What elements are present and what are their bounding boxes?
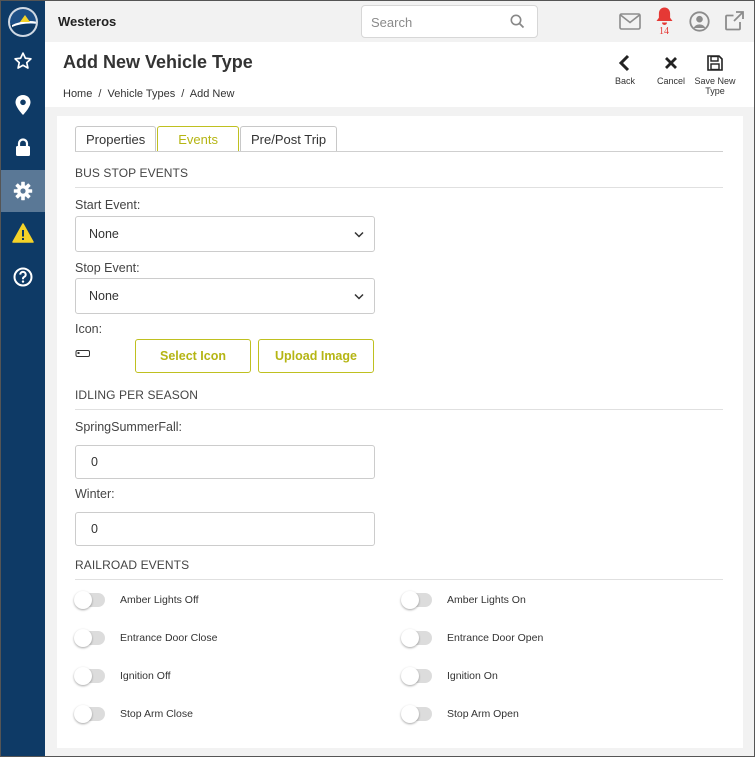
cancel-label: Cancel xyxy=(656,76,685,86)
spring-summer-fall-input[interactable]: 0 xyxy=(75,445,375,479)
toggle-label: Stop Arm Open xyxy=(447,708,519,720)
app-logo[interactable] xyxy=(8,7,38,37)
toggle-switch[interactable] xyxy=(74,591,105,609)
star-icon xyxy=(14,52,32,69)
save-new-type-button[interactable]: Save New Type xyxy=(693,54,737,96)
chevron-down-icon xyxy=(354,231,364,238)
toggle-label: Entrance Door Open xyxy=(447,632,544,644)
select-icon-button[interactable]: Select Icon xyxy=(135,339,251,373)
breadcrumb-home[interactable]: Home xyxy=(63,88,92,100)
breadcrumb: Home / Vehicle Types / Add New xyxy=(63,88,237,100)
icon-label: Icon: xyxy=(75,322,103,336)
section-divider xyxy=(75,579,723,580)
user-avatar-icon[interactable] xyxy=(689,11,710,32)
back-button[interactable]: Back xyxy=(611,54,639,86)
start-event-value: None xyxy=(89,227,119,241)
search-box[interactable] xyxy=(361,5,538,38)
toggle-stop-arm-close[interactable]: Stop Arm Close xyxy=(74,705,193,723)
toggle-label: Stop Arm Close xyxy=(120,708,193,720)
toggle-stop-arm-open[interactable]: Stop Arm Open xyxy=(401,705,519,723)
tab-events[interactable]: Events xyxy=(157,126,239,152)
events-form: Properties Events Pre/Post Trip BUS STOP… xyxy=(57,116,743,748)
toggle-switch[interactable] xyxy=(74,705,105,723)
bus-stop-events-heading: BUS STOP EVENTS xyxy=(75,166,189,180)
toggle-switch[interactable] xyxy=(401,591,432,609)
stop-event-label: Stop Event: xyxy=(75,261,140,275)
toggle-amber-lights-off[interactable]: Amber Lights Off xyxy=(74,591,199,609)
back-label: Back xyxy=(614,76,635,86)
page-header: Add New Vehicle Type Home / Vehicle Type… xyxy=(45,42,754,107)
top-bar: Westeros 14 xyxy=(45,1,754,42)
page-title: Add New Vehicle Type xyxy=(63,52,253,72)
gear-icon xyxy=(13,181,33,201)
location-pin-icon xyxy=(15,95,31,115)
chevron-left-icon xyxy=(618,54,630,72)
tabs-divider xyxy=(75,151,723,152)
bus-icon-preview xyxy=(75,350,90,357)
toggle-amber-lights-on[interactable]: Amber Lights On xyxy=(401,591,526,609)
section-divider xyxy=(75,187,723,188)
railroad-events-heading: RAILROAD EVENTS xyxy=(75,558,190,572)
breadcrumb-vehicle-types[interactable]: Vehicle Types xyxy=(108,88,176,100)
app-window: Westeros 14 Add New Vehicle Type Home / … xyxy=(0,0,755,757)
section-divider xyxy=(75,409,723,410)
spring-summer-fall-label: SpringSummerFall: xyxy=(75,420,182,434)
sidebar-item-help[interactable] xyxy=(1,256,45,298)
toggle-switch[interactable] xyxy=(401,667,432,685)
toggle-label: Ignition On xyxy=(447,670,498,682)
toggle-switch[interactable] xyxy=(74,629,105,647)
winter-label: Winter: xyxy=(75,487,115,501)
help-icon xyxy=(13,267,33,287)
warning-icon xyxy=(12,223,34,243)
tab-bar: Properties Events Pre/Post Trip xyxy=(75,126,338,152)
sidebar-item-favorites[interactable] xyxy=(1,40,45,82)
stop-event-value: None xyxy=(89,289,119,303)
save-label: Save New Type xyxy=(694,76,736,96)
brand-name: Westeros xyxy=(58,14,117,29)
notification-count: 14 xyxy=(659,26,669,37)
breadcrumb-separator: / xyxy=(181,88,185,100)
save-icon xyxy=(707,55,723,71)
stop-event-select[interactable]: None xyxy=(75,278,375,314)
sidebar-item-alerts[interactable] xyxy=(1,212,45,254)
close-icon xyxy=(665,57,677,69)
toggle-label: Entrance Door Close xyxy=(120,632,218,644)
tab-properties[interactable]: Properties xyxy=(75,126,157,152)
cancel-button[interactable]: Cancel xyxy=(654,54,688,86)
toggle-label: Amber Lights On xyxy=(447,594,526,606)
toggle-switch[interactable] xyxy=(74,667,105,685)
toggle-entrance-door-open[interactable]: Entrance Door Open xyxy=(401,629,544,647)
toggle-label: Amber Lights Off xyxy=(120,594,199,606)
sidebar-item-map[interactable] xyxy=(1,84,45,126)
tab-pre-post-trip[interactable]: Pre/Post Trip xyxy=(240,126,338,152)
sidebar-item-settings[interactable] xyxy=(1,170,45,212)
idling-per-season-heading: IDLING PER SEASON xyxy=(75,388,199,402)
upload-image-button[interactable]: Upload Image xyxy=(258,339,374,373)
toggle-ignition-off[interactable]: Ignition Off xyxy=(74,667,171,685)
external-link-icon[interactable] xyxy=(724,10,745,31)
mail-icon[interactable] xyxy=(619,13,641,30)
toggle-entrance-door-close[interactable]: Entrance Door Close xyxy=(74,629,218,647)
search-icon[interactable] xyxy=(510,14,525,29)
chevron-down-icon xyxy=(354,293,364,300)
toggle-label: Ignition Off xyxy=(120,670,171,682)
breadcrumb-separator: / xyxy=(98,88,102,100)
start-event-label: Start Event: xyxy=(75,198,141,212)
breadcrumb-current: Add New xyxy=(189,88,235,100)
toggle-switch[interactable] xyxy=(401,705,432,723)
start-event-select[interactable]: None xyxy=(75,216,375,252)
toggle-ignition-on[interactable]: Ignition On xyxy=(401,667,498,685)
sidebar xyxy=(1,1,45,756)
winter-input[interactable]: 0 xyxy=(75,512,375,546)
sidebar-item-security[interactable] xyxy=(1,126,45,168)
toggle-switch[interactable] xyxy=(401,629,432,647)
lock-icon xyxy=(16,138,30,156)
search-input[interactable] xyxy=(371,13,501,31)
bell-icon[interactable] xyxy=(654,6,675,27)
